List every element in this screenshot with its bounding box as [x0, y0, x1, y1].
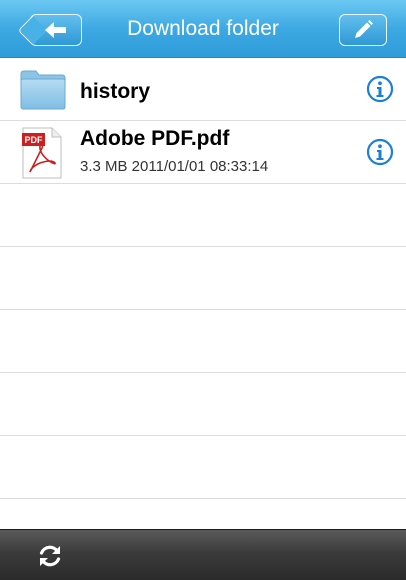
empty-row — [0, 184, 406, 247]
empty-row — [0, 310, 406, 373]
pencil-icon — [355, 20, 373, 38]
info-icon[interactable] — [366, 75, 394, 103]
folder-icon — [20, 70, 66, 110]
empty-row — [0, 247, 406, 310]
pdf-badge-label: PDF — [25, 135, 44, 145]
file-name: Adobe PDF.pdf — [80, 127, 230, 150]
refresh-icon[interactable] — [36, 542, 64, 570]
info-icon[interactable] — [366, 138, 394, 166]
empty-row — [0, 373, 406, 436]
edit-button[interactable] — [339, 14, 387, 46]
bottom-toolbar — [0, 529, 406, 580]
navigation-bar: Download folder — [0, 0, 406, 58]
list-item-adobe-pdf[interactable]: PDF Adobe PDF.pdf 3.3 MB 2011/01/01 08:3… — [0, 121, 406, 184]
empty-row — [0, 436, 406, 499]
file-name: history — [80, 80, 151, 103]
file-meta: 3.3 MB 2011/01/01 08:33:14 — [80, 158, 269, 175]
pdf-file-icon: PDF — [22, 127, 62, 179]
list-item-history[interactable]: history — [0, 58, 406, 121]
